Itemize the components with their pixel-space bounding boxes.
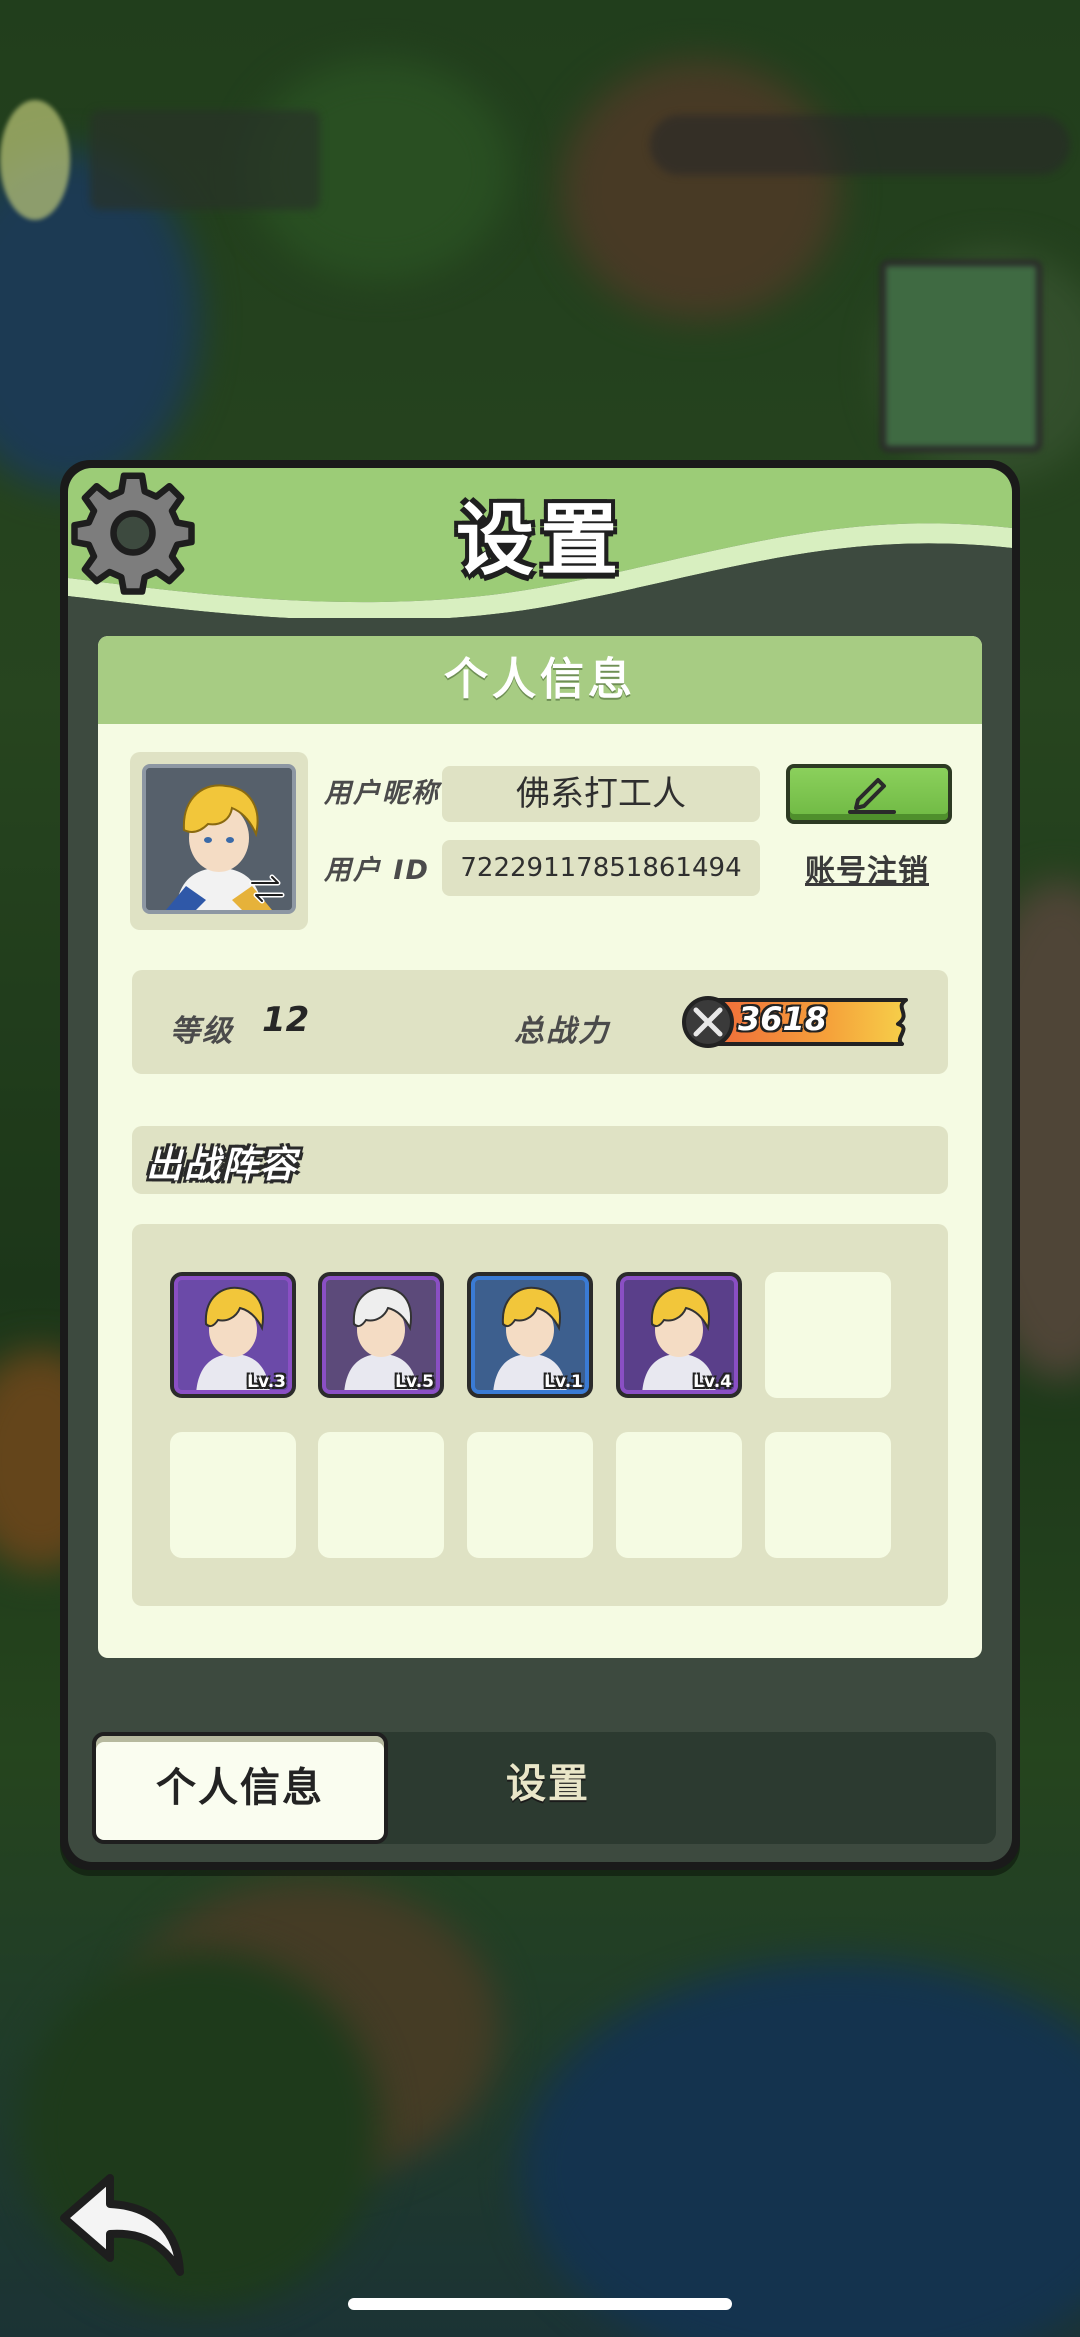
pencil-icon: [848, 778, 896, 814]
home-indicator: [348, 2298, 732, 2310]
stats-row: 等级 12 总战力 3618: [132, 970, 948, 1074]
tab-personal-info[interactable]: 个人信息: [92, 1732, 388, 1844]
hud-minimap: [880, 260, 1042, 452]
empty-hero-slot[interactable]: [318, 1432, 444, 1558]
hero-level: Lv.4: [693, 1372, 732, 1392]
hero-slot[interactable]: Lv.4: [616, 1272, 742, 1398]
tab-settings[interactable]: 设置: [388, 1732, 708, 1844]
lineup-header: 出战阵容: [132, 1126, 948, 1194]
hud-player-avatar: [0, 100, 70, 220]
power-badge: 3618: [680, 994, 920, 1050]
panel-header: 设置: [68, 468, 1012, 618]
user-id-field: 7222911785186149​4: [442, 840, 760, 896]
hud-player-bar: [90, 110, 320, 210]
account-deregister-link[interactable]: 账号注销: [792, 846, 942, 890]
nickname-label: 用户昵称: [324, 778, 440, 809]
level-label: 等级: [170, 1014, 234, 1049]
hero-level: Lv.3: [247, 1372, 286, 1392]
page-title: 设置: [455, 496, 624, 586]
nickname-field: 佛系打工人: [442, 766, 760, 822]
empty-hero-slot[interactable]: [616, 1432, 742, 1558]
lineup-grid: Lv.3 Lv.5 Lv.1 Lv.4: [132, 1224, 948, 1606]
settings-panel: 设置 个人信息 用户昵称 佛系打工人 用户 ID 722291178518614…: [60, 460, 1020, 1870]
empty-hero-slot[interactable]: [170, 1432, 296, 1558]
hero-slot[interactable]: Lv.5: [318, 1272, 444, 1398]
user-id-label: 用户 ID: [324, 855, 430, 886]
power-label: 总战力: [514, 1014, 610, 1049]
hero-level: Lv.5: [395, 1372, 434, 1392]
avatar-frame[interactable]: [130, 752, 308, 930]
hero-slot[interactable]: Lv.3: [170, 1272, 296, 1398]
avatar[interactable]: [142, 764, 296, 914]
edit-nickname-button[interactable]: [786, 764, 952, 824]
hud-resource-bar: [650, 115, 1070, 175]
empty-hero-slot[interactable]: [765, 1432, 891, 1558]
hero-slot[interactable]: Lv.1: [467, 1272, 593, 1398]
section-header: 个人信息: [98, 636, 982, 724]
lineup-title: 出战阵容: [146, 1145, 299, 1186]
power-value: 3618: [738, 1000, 828, 1038]
hero-level: Lv.1: [544, 1372, 583, 1392]
empty-hero-slot[interactable]: [765, 1272, 891, 1398]
level-value: 12: [262, 1000, 310, 1040]
tab-bar: 个人信息 设置: [92, 1732, 996, 1844]
back-arrow-icon[interactable]: [54, 2168, 194, 2288]
personal-info-card: 个人信息: [98, 636, 982, 1658]
empty-hero-slot[interactable]: [467, 1432, 593, 1558]
swap-arrows-icon[interactable]: [248, 872, 286, 906]
